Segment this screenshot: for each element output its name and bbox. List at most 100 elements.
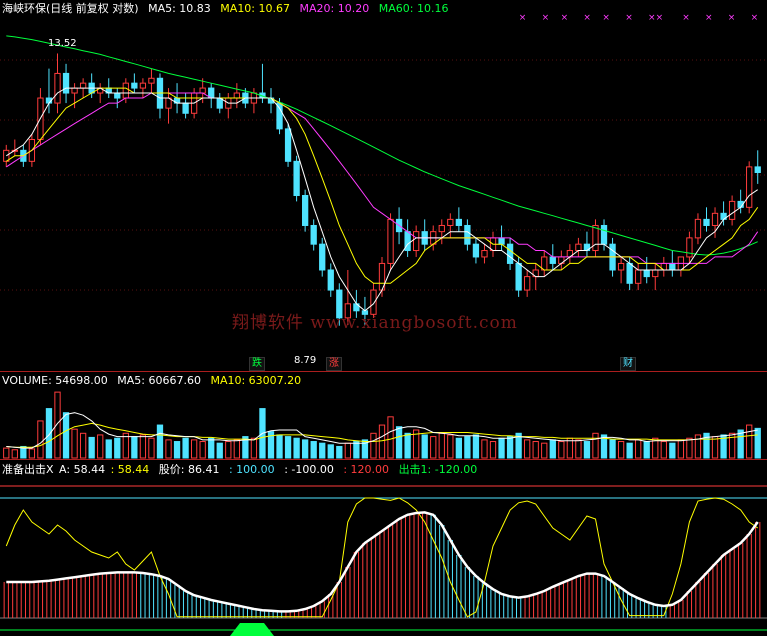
candle-body-37 [319, 243, 326, 271]
top-marker-8: × [682, 13, 690, 23]
indicator-a: A: 58.44 [59, 463, 106, 476]
volume-bar-33 [284, 436, 292, 459]
volume-bar-9 [79, 432, 87, 459]
volume-bar-53 [455, 437, 463, 459]
volume-bar-61 [524, 439, 531, 459]
volume-bar-73 [626, 442, 633, 459]
candle-body-76 [652, 269, 659, 278]
candle-body-58 [498, 237, 505, 245]
top-marker-4: × [602, 13, 610, 23]
candle-body-38 [327, 269, 334, 291]
volume-ma10: MA10: 63007.20 [210, 374, 302, 387]
volume-bar-69 [592, 432, 599, 459]
main-header: 海峡环保(日线 前复权 对数) MA5: 10.83 MA10: 10.67 M… [2, 2, 454, 15]
volume-bar-44 [378, 424, 386, 459]
volume-bar-29 [250, 437, 258, 459]
volume-bar-65 [558, 441, 565, 459]
candle-body-7 [62, 72, 70, 94]
top-marker-1: × [542, 13, 550, 23]
candle-body-48 [413, 231, 420, 252]
top-marker-7: × [656, 13, 664, 23]
fall-signal-badge: 跌 [249, 357, 265, 371]
volume-bar-18 [156, 424, 164, 459]
volume-bar-40 [344, 442, 351, 459]
candle-body-85 [728, 200, 736, 220]
volume-bar-3 [28, 448, 36, 459]
candle-body-72 [617, 262, 625, 271]
candle-body-56 [481, 250, 488, 258]
volume-bar-87 [746, 424, 753, 459]
indicator-chart[interactable] [0, 460, 767, 636]
candle-body-82 [703, 218, 710, 226]
volume-bar-8 [71, 428, 78, 459]
volume-bar-47 [404, 432, 411, 459]
candle-body-45 [387, 218, 394, 264]
top-marker-5: × [625, 13, 633, 23]
candle-body-55 [472, 243, 480, 258]
volume-bar-38 [327, 444, 334, 459]
candle-body-52 [447, 218, 454, 226]
indicator-120: : 120.00 [343, 463, 390, 476]
ma10-line [6, 87, 759, 284]
candle-body-70 [600, 224, 608, 245]
volume-bar-51 [438, 432, 445, 459]
volume-ma5: MA5: 60667.60 [117, 374, 201, 387]
volume-bar-19 [165, 439, 172, 459]
indicator-neg100: : -100.00 [284, 463, 334, 476]
candle-body-51 [438, 224, 445, 233]
top-marker-11: × [751, 13, 759, 23]
volume-bar-66 [566, 437, 574, 459]
volume-bar-56 [481, 439, 488, 459]
volume-bar-57 [489, 441, 497, 459]
volume-bar-72 [617, 441, 625, 459]
indicator-header: 准备出击X A: 58.44 : 58.44 股价: 86.41 : 100.0… [2, 463, 483, 476]
wealth-signal-badge: 财 [620, 357, 636, 371]
volume-bar-68 [583, 441, 591, 459]
green-signal-hump [230, 623, 274, 636]
volume-bar-54 [464, 436, 471, 459]
volume-bar-23 [199, 441, 206, 459]
candle-body-80 [686, 237, 693, 258]
volume-bar-43 [370, 432, 377, 459]
ma10-legend: MA10: 10.67 [220, 2, 291, 15]
volume-bar-4 [37, 420, 44, 459]
top-marker-6: × [648, 13, 656, 23]
ma20-legend: MA20: 10.20 [299, 2, 370, 15]
candle-body-35 [301, 195, 309, 226]
volume-value: VOLUME: 54698.00 [2, 374, 108, 387]
candle-body-74 [635, 269, 642, 284]
indicator-price: 股价: 86.41 [158, 463, 220, 476]
volume-bar-74 [635, 439, 642, 459]
candle-body-34 [293, 160, 300, 197]
volume-bar-0 [3, 447, 10, 459]
candle-body-14 [122, 82, 129, 99]
candle-body-15 [131, 82, 138, 89]
volume-bar-22 [190, 439, 198, 459]
volume-bar-17 [148, 437, 155, 459]
candle-body-33 [284, 128, 292, 162]
candle-body-23 [199, 87, 206, 94]
volume-bar-26 [225, 441, 232, 459]
candle-body-36 [310, 224, 317, 245]
candle-body-60 [515, 262, 522, 291]
candle-body-59 [506, 243, 514, 264]
volume-bar-35 [301, 439, 309, 459]
volume-bar-52 [447, 434, 454, 459]
candle-body-27 [233, 92, 240, 99]
volume-bar-75 [643, 441, 650, 459]
volume-header: VOLUME: 54698.00 MA5: 60667.60 MA10: 630… [2, 374, 307, 387]
volume-bar-36 [310, 441, 317, 459]
volume-bar-79 [677, 439, 685, 459]
volume-bar-46 [395, 426, 403, 459]
volume-bar-86 [737, 429, 744, 459]
top-marker-2: × [561, 13, 569, 23]
volume-bar-11 [97, 434, 104, 459]
volume-bar-16 [139, 434, 147, 459]
candle-body-83 [711, 212, 719, 226]
volume-bar-80 [686, 437, 693, 459]
candle-body-17 [148, 77, 155, 84]
volume-bar-67 [575, 439, 582, 459]
indicator-chuji: 出击1: -120.00 [398, 463, 478, 476]
candle-body-75 [643, 269, 650, 278]
candle-body-67 [575, 243, 582, 252]
